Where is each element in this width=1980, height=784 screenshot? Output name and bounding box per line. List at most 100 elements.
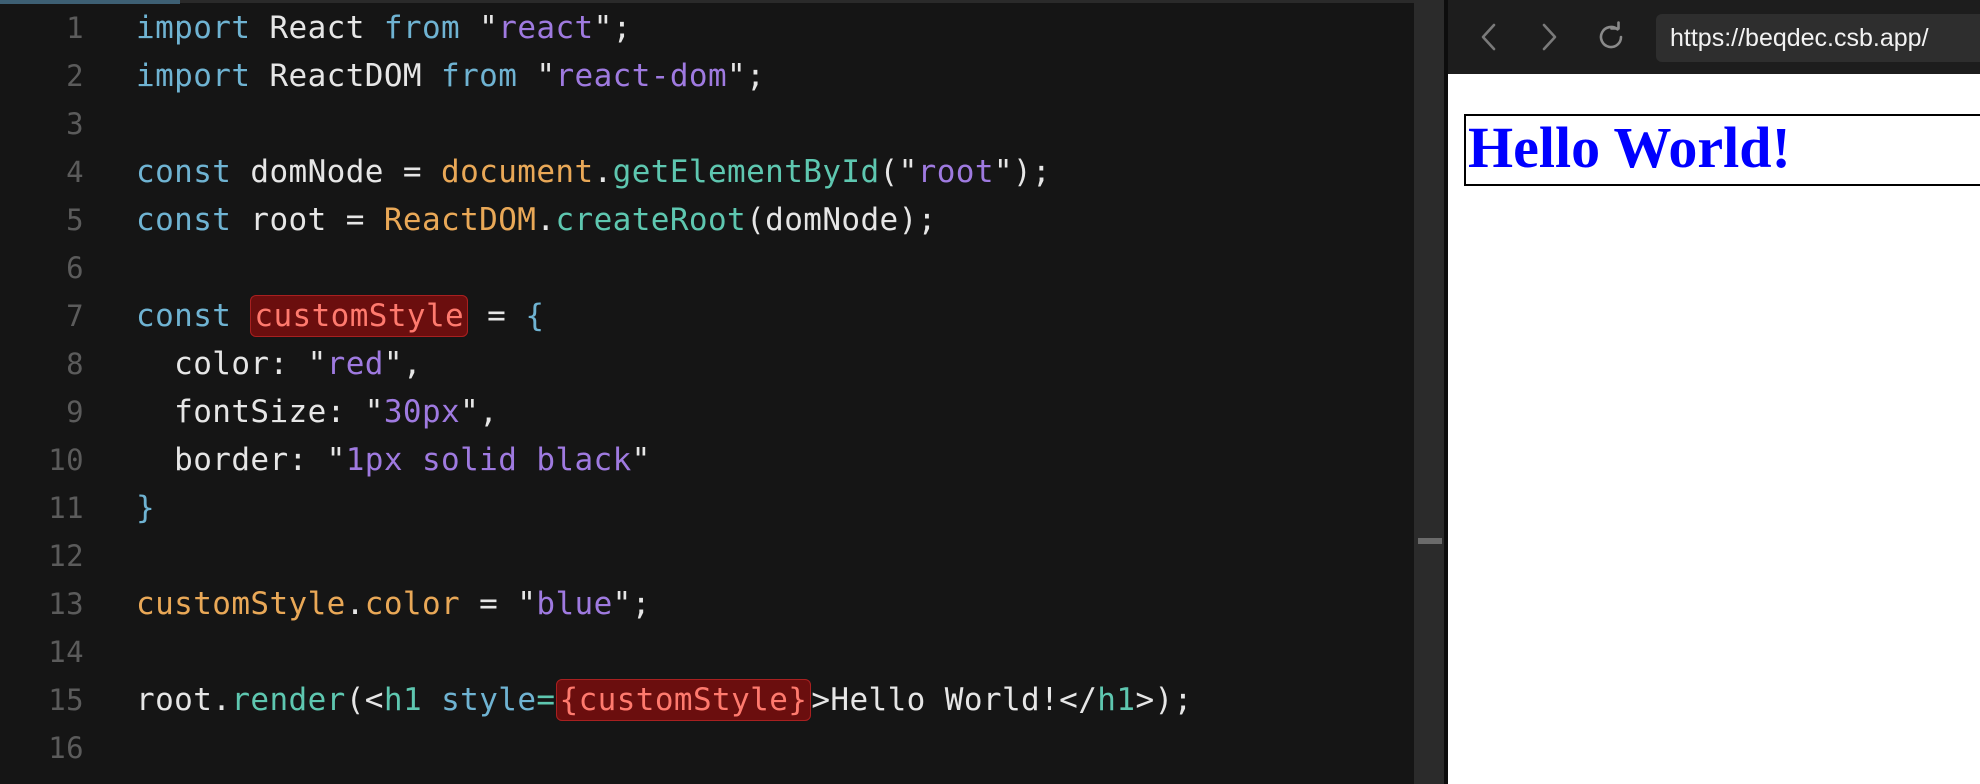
code-line[interactable]: 14 [0, 628, 1414, 676]
code-token: root [917, 154, 994, 190]
code-token: domNode = [231, 154, 442, 190]
code-token: ", [460, 394, 499, 430]
line-number: 14 [48, 635, 84, 669]
code-line[interactable]: 15 root.render(<h1 style= {customStyle} >He… [0, 676, 1414, 724]
code-token: . [593, 154, 613, 190]
code-token: h1 [383, 682, 423, 718]
line-number: 13 [48, 587, 84, 621]
code-token: import [136, 10, 251, 46]
code-token: from [383, 10, 461, 46]
code-line[interactable]: 9 fontSize: "30px", [0, 388, 1414, 436]
code-token: "); [993, 154, 1052, 190]
highlighted-token: customStyle [250, 295, 469, 337]
code-token: fontSize: " [136, 394, 384, 430]
code-token: color [364, 586, 461, 622]
code-token: ReactDOM [250, 58, 442, 94]
line-code: const customStyle = { [136, 292, 544, 340]
code-line[interactable]: 5 const root = ReactDOM.createRoot(domNod… [0, 196, 1414, 244]
code-line[interactable]: 16 [0, 724, 1414, 772]
code-token: (" [879, 154, 918, 190]
code-token: react-dom [555, 58, 728, 94]
code-token: " [517, 58, 556, 94]
code-line[interactable]: 12 [0, 532, 1414, 580]
back-button[interactable] [1470, 18, 1508, 56]
line-number: 7 [66, 299, 84, 333]
code-token: red [326, 346, 384, 382]
code-token: >Hello World!</ [811, 682, 1098, 718]
code-line[interactable]: 8 color: "red", [0, 340, 1414, 388]
code-line[interactable]: 3 [0, 100, 1414, 148]
line-code: color: "red", [136, 340, 422, 388]
line-code: import React from "react"; [136, 4, 632, 52]
code-token: (domNode); [746, 202, 937, 238]
code-token: = " [460, 586, 537, 622]
editor-scroll-thumb[interactable] [1418, 538, 1442, 544]
line-number: 16 [48, 731, 84, 765]
line-number: 10 [48, 443, 84, 477]
line-code: const domNode = document.getElementById(… [136, 148, 1051, 196]
line-number: 2 [66, 59, 84, 93]
app-window: 1 import React from "react"; 2 import React… [0, 0, 1980, 784]
code-token: React [250, 10, 384, 46]
line-number: 9 [66, 395, 84, 429]
code-line[interactable]: 2 import ReactDOM from "react-dom"; [0, 52, 1414, 100]
code-token: ", [383, 346, 422, 382]
chevron-right-icon [1538, 22, 1560, 52]
code-token: react [498, 10, 594, 46]
code-line[interactable]: 1 import React from "react"; [0, 4, 1414, 52]
code-line[interactable]: 13 customStyle.color = "blue"; [0, 580, 1414, 628]
code-token: } [136, 490, 156, 526]
forward-button[interactable] [1530, 18, 1568, 56]
browser-toolbar: https://beqdec.csb.app/ [1448, 0, 1980, 74]
code-token: createRoot [555, 202, 747, 238]
code-token: style [441, 682, 537, 718]
code-token: const [136, 202, 232, 238]
code-token: { [525, 298, 545, 334]
code-token: render [231, 682, 346, 718]
code-token: root [136, 682, 213, 718]
code-token: >); [1135, 682, 1193, 718]
code-line[interactable]: 10 border: "1px solid black" [0, 436, 1414, 484]
code-token: root = [231, 202, 384, 238]
code-token: "; [593, 10, 632, 46]
line-number: 8 [66, 347, 84, 381]
code-token: " [460, 10, 499, 46]
line-code: customStyle.color = "blue"; [136, 580, 651, 628]
line-number: 3 [66, 107, 84, 141]
line-code: } [136, 484, 155, 532]
rendered-heading: Hello World! [1464, 114, 1980, 186]
line-number: 5 [66, 203, 84, 237]
editor-scrollbar[interactable] [1414, 0, 1444, 784]
highlighted-token: {customStyle} [555, 679, 812, 721]
line-number: 6 [66, 251, 84, 285]
code-token: getElementById [612, 154, 880, 190]
code-line[interactable]: 6 [0, 244, 1414, 292]
code-token: (< [345, 682, 384, 718]
line-code: fontSize: "30px", [136, 388, 498, 436]
reload-button[interactable] [1592, 18, 1630, 56]
code-token: "; [727, 58, 766, 94]
line-code: root.render(<h1 style= {customStyle} >Hell… [136, 676, 1193, 724]
code-token: const [136, 298, 232, 334]
chevron-left-icon [1478, 22, 1500, 52]
code-token: from [441, 58, 518, 94]
line-number: 12 [48, 539, 84, 573]
code-line[interactable]: 4 const domNode = document.getElementById… [0, 148, 1414, 196]
code-token: const [136, 154, 232, 190]
code-token: document [441, 154, 594, 190]
code-token: 30px [383, 394, 461, 430]
address-bar[interactable]: https://beqdec.csb.app/ [1656, 14, 1980, 62]
code-line[interactable]: 11} [0, 484, 1414, 532]
code-token: = [468, 298, 526, 334]
line-number: 4 [66, 155, 84, 189]
code-line[interactable]: 7 const customStyle = { [0, 292, 1414, 340]
editor-top-border [180, 0, 1414, 3]
code-token: = [536, 682, 556, 718]
line-number: 1 [66, 11, 84, 45]
code-editor[interactable]: 1 import React from "react"; 2 import React… [0, 0, 1414, 784]
code-token: 1px solid black [345, 442, 632, 478]
code-token: . [345, 586, 365, 622]
line-code: const root = ReactDOM.createRoot(domNode… [136, 196, 937, 244]
